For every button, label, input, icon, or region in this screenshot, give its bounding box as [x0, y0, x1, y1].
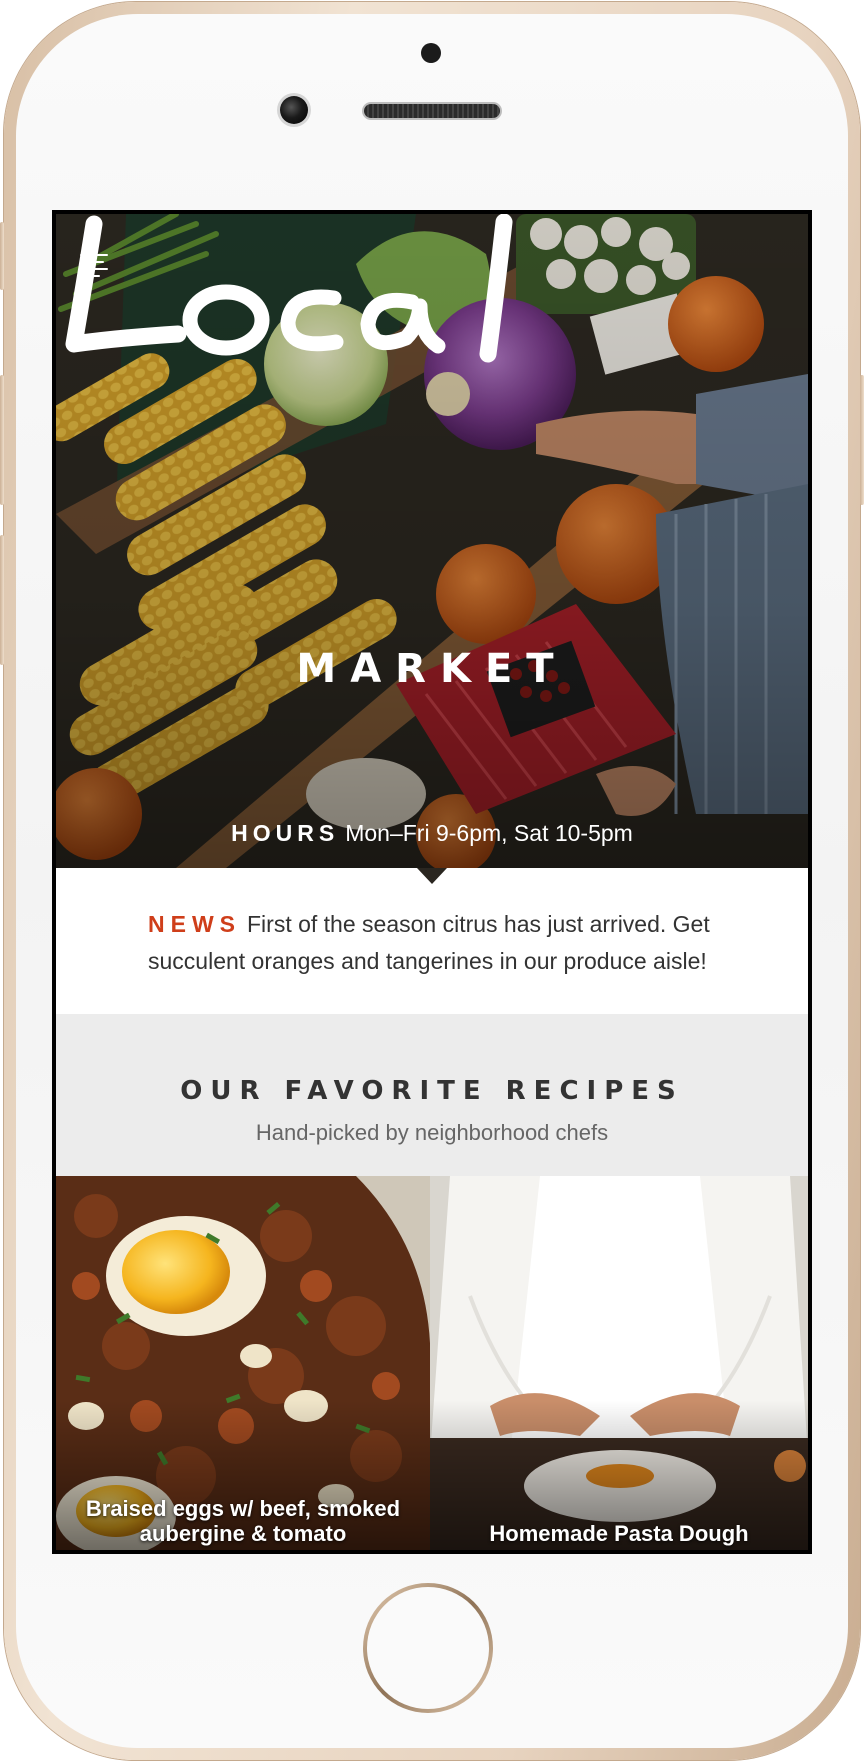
braised-eggs-photo [56, 1176, 430, 1550]
front-camera [280, 96, 308, 124]
power-button [860, 375, 864, 505]
recipe-title-braised-eggs: Braised eggs w/ beef, smoked aubergine &… [85, 1496, 401, 1546]
recipe-card-pasta-dough[interactable]: Homemade Pasta Dough [430, 1176, 808, 1550]
news-banner: NEWS First of the season citrus has just … [56, 868, 808, 1014]
local-logo-script [65, 214, 513, 363]
news-pointer-arrow [417, 868, 447, 884]
earpiece-speaker [364, 104, 500, 118]
pasta-dough-photo [430, 1176, 808, 1550]
recipes-subtitle: Hand-picked by neighborhood chefs [255, 1120, 609, 1145]
news-label: NEWS [148, 911, 241, 937]
market-subtitle: MARKET [296, 646, 568, 692]
proximity-sensor [421, 43, 441, 63]
recipe-title-pasta-dough: Homemade Pasta Dough [489, 1521, 749, 1546]
device-screen: MARKET HOURS Mon–Fri 9-6pm, Sat 10-5pm NE… [52, 210, 812, 1554]
home-button[interactable] [363, 1583, 493, 1713]
app-viewport: MARKET HOURS Mon–Fri 9-6pm, Sat 10-5pm NE… [56, 214, 808, 1550]
hours-text: Mon–Fri 9-6pm, Sat 10-5pm [345, 820, 633, 846]
recipes-title: OUR FAVORITE RECIPES [180, 1076, 684, 1106]
hours-label: HOURS [231, 820, 340, 846]
volume-down-button [0, 535, 4, 665]
store-hours: HOURS Mon–Fri 9-6pm, Sat 10-5pm [56, 820, 808, 847]
mute-switch [0, 222, 4, 290]
hero-banner: MARKET HOURS Mon–Fri 9-6pm, Sat 10-5pm [56, 214, 808, 868]
news-content: NEWS First of the season citrus has just … [148, 906, 728, 980]
volume-up-button [0, 375, 4, 505]
recipe-card-braised-eggs[interactable]: Braised eggs w/ beef, smoked aubergine &… [56, 1176, 430, 1550]
recipes-header: OUR FAVORITE RECIPES Hand-picked by neig… [56, 1014, 808, 1176]
